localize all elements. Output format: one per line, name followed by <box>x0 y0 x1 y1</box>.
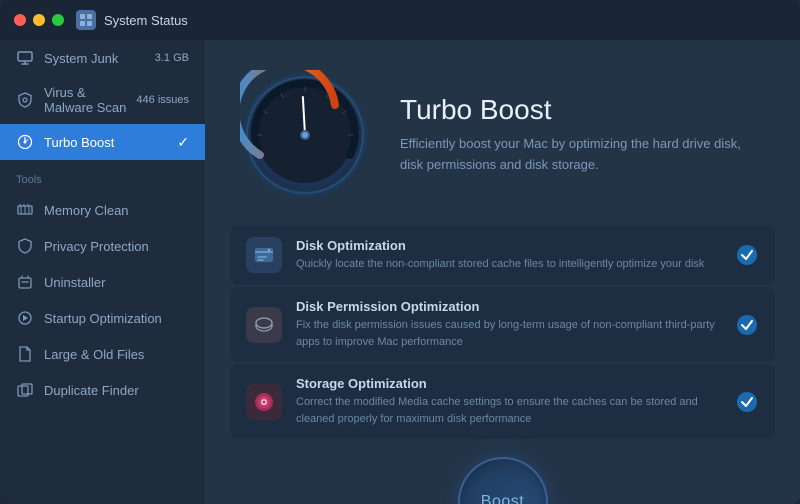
sidebar-item-memory-clean[interactable]: Memory Clean <box>0 192 205 228</box>
feature-storage-opt-check <box>735 390 759 414</box>
sidebar-label-privacy-protection: Privacy Protection <box>44 239 189 254</box>
feature-disk-opt-check <box>735 243 759 267</box>
shield-scan-icon <box>16 91 34 109</box>
sidebar-label-large-old-files: Large & Old Files <box>44 347 189 362</box>
sidebar-label-duplicate-finder: Duplicate Finder <box>44 383 189 398</box>
traffic-lights <box>14 14 64 26</box>
feature-disk-perm-check <box>735 313 759 337</box>
feature-disk-opt-text: Disk Optimization Quickly locate the non… <box>296 238 721 273</box>
feature-storage-opt-text: Storage Optimization Correct the modifie… <box>296 376 721 427</box>
hero-title: Turbo Boost <box>400 94 765 126</box>
hero-text: Turbo Boost Efficiently boost your Mac b… <box>400 94 765 176</box>
minimize-button[interactable] <box>33 14 45 26</box>
disk-perm-icon <box>246 307 282 343</box>
memory-icon <box>16 201 34 219</box>
sidebar-badge-system-junk: 3.1 GB <box>155 52 189 64</box>
app-icon <box>76 10 96 30</box>
feature-disk-opt-desc: Quickly locate the non-compliant stored … <box>296 256 721 273</box>
sidebar-label-memory-clean: Memory Clean <box>44 203 189 218</box>
sidebar-label-malware-scan: Virus & Malware Scan <box>44 85 136 115</box>
uninstaller-icon <box>16 273 34 291</box>
title-bar: System Status <box>0 0 800 40</box>
sidebar-item-system-junk[interactable]: System Junk 3.1 GB <box>0 40 205 76</box>
sidebar-item-privacy-protection[interactable]: Privacy Protection <box>0 228 205 264</box>
hero-description: Efficiently boost your Mac by optimizing… <box>400 134 765 176</box>
active-checkmark: ✓ <box>177 134 189 151</box>
sidebar-label-turbo-boost: Turbo Boost <box>44 135 173 150</box>
sidebar-item-large-old-files[interactable]: Large & Old Files <box>0 336 205 372</box>
feature-disk-perm-text: Disk Permission Optimization Fix the dis… <box>296 299 721 350</box>
content-area: Turbo Boost Efficiently boost your Mac b… <box>205 40 800 504</box>
sidebar-item-turbo-boost[interactable]: Turbo Boost ✓ <box>0 124 205 160</box>
features-list: Disk Optimization Quickly locate the non… <box>205 225 800 439</box>
feature-disk-perm-desc: Fix the disk permission issues caused by… <box>296 317 721 350</box>
main-layout: System Junk 3.1 GB Virus & Malware Scan … <box>0 40 800 504</box>
duplicate-icon <box>16 381 34 399</box>
title-bar-content: System Status <box>76 10 188 30</box>
feature-storage-optimization[interactable]: Storage Optimization Correct the modifie… <box>230 364 775 439</box>
hero-section: Turbo Boost Efficiently boost your Mac b… <box>205 40 800 225</box>
files-icon <box>16 345 34 363</box>
sidebar-label-uninstaller: Uninstaller <box>44 275 189 290</box>
feature-storage-opt-desc: Correct the modified Media cache setting… <box>296 394 721 427</box>
feature-storage-opt-title: Storage Optimization <box>296 376 721 391</box>
tools-section-label: Tools <box>0 160 205 192</box>
sidebar-badge-malware-scan: 446 issues <box>136 94 189 106</box>
feature-disk-optimization[interactable]: Disk Optimization Quickly locate the non… <box>230 225 775 285</box>
boost-area: Boost <box>205 439 800 504</box>
feature-disk-opt-title: Disk Optimization <box>296 238 721 253</box>
gauge-container <box>240 70 370 200</box>
privacy-icon <box>16 237 34 255</box>
sidebar-label-startup-optimization: Startup Optimization <box>44 311 189 326</box>
feature-disk-perm-title: Disk Permission Optimization <box>296 299 721 314</box>
startup-icon <box>16 309 34 327</box>
monitor-icon <box>16 49 34 67</box>
gauge-svg <box>240 70 370 200</box>
gauge-nav-icon <box>16 133 34 151</box>
disk-opt-icon <box>246 237 282 273</box>
sidebar-item-malware-scan[interactable]: Virus & Malware Scan 446 issues <box>0 76 205 124</box>
sidebar-item-duplicate-finder[interactable]: Duplicate Finder <box>0 372 205 408</box>
close-button[interactable] <box>14 14 26 26</box>
maximize-button[interactable] <box>52 14 64 26</box>
app-window: System Status System Junk 3.1 GB <box>0 0 800 504</box>
sidebar-label-system-junk: System Junk <box>44 51 155 66</box>
sidebar-item-uninstaller[interactable]: Uninstaller <box>0 264 205 300</box>
app-title: System Status <box>104 13 188 28</box>
boost-button[interactable]: Boost <box>458 457 548 504</box>
storage-opt-icon <box>246 384 282 420</box>
sidebar: System Junk 3.1 GB Virus & Malware Scan … <box>0 40 205 504</box>
sidebar-item-startup-optimization[interactable]: Startup Optimization <box>0 300 205 336</box>
feature-disk-permission[interactable]: Disk Permission Optimization Fix the dis… <box>230 287 775 362</box>
